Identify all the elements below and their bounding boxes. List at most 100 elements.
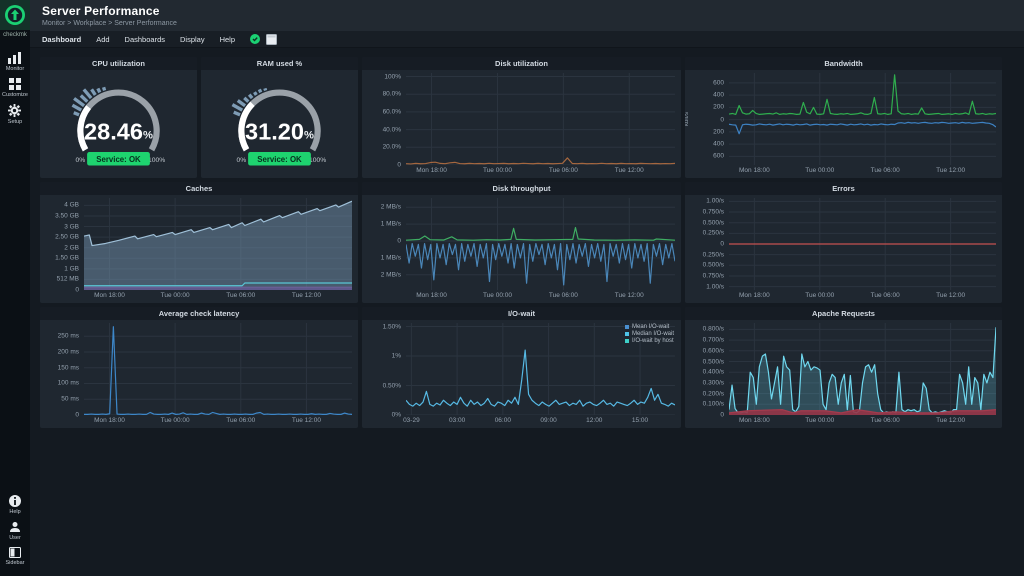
gauge-histogram-bar [259,89,260,92]
gauge-max-label: 100% [148,157,165,164]
y-tick-label: 0.500/s [703,262,724,269]
page-title: Server Performance [42,4,1024,18]
y-tick-label: 0 [720,412,724,419]
y-tick-label: 0 [720,241,724,248]
gauge-min-label: 0% [237,157,247,164]
chart: 1.00/s0.750/s0.500/s0.250/s00.250/s0.500… [687,198,996,302]
panel-title[interactable]: I/O-wait [508,309,535,318]
gauge: 31.20%0%100%Service: OK [201,70,358,178]
sidebar-item-monitor[interactable]: Monitor [2,52,28,72]
gauge-histogram-bar [234,112,240,115]
sidebar-item-setup[interactable]: Setup [2,104,28,125]
series-line [406,158,675,164]
plot-area[interactable] [729,198,996,290]
customize-icon [9,78,21,90]
x-tick-label: Mon 18:00 [94,292,125,299]
plot-area[interactable] [406,73,675,165]
x-axis: Mon 18:00Tue 00:00Tue 06:00Tue 12:00 [729,415,996,427]
gauge-histogram-bar [81,96,88,102]
menu-item-help[interactable]: Help [220,35,235,44]
gauge-max-label: 100% [309,157,326,164]
y-tick-label: 0 [397,162,401,169]
checkmk-logo[interactable] [0,0,30,30]
sidebar-item-label: Help [9,509,20,515]
menu-item-display[interactable]: Display [180,35,205,44]
panel-title[interactable]: Disk utilization [495,59,548,68]
panel-title[interactable]: CPU utilization [92,59,145,68]
plot-area[interactable] [406,198,675,290]
panel-header: Disk utilization [362,57,681,70]
x-tick-label: Mon 18:00 [416,292,447,299]
dashboard-row: Average check latency250 ms200 ms150 ms1… [40,307,1002,428]
plot-area[interactable] [84,323,352,415]
legend-item: Mean I/O-wait [625,324,674,330]
y-tick-label: 0.500/s [703,358,724,365]
panel-title[interactable]: Bandwidth [824,59,862,68]
site-status-icon[interactable] [250,34,260,44]
x-tick-label: Tue 00:00 [161,417,190,424]
gauge-histogram-bar [244,98,248,102]
panel-body: 1.50%1%0.50%0%Mean I/O-waitMedian I/O-wa… [362,320,681,428]
x-tick-label: 12:00 [586,417,602,424]
x-tick-label: Tue 12:00 [292,417,321,424]
y-tick-label: 50 ms [61,396,79,403]
y-tick-label: 600 [713,153,724,160]
gauge-min-label: 0% [76,157,86,164]
setup-gear-icon [8,104,21,117]
panel-disk-throughput: Disk throughput2 MB/s1 MB/s01 MB/s2 MB/s… [362,182,681,303]
chart: 4 GB3.50 GB3 GB2.50 GB2 GB1.50 GB1 GB512… [42,198,352,302]
x-tick-label: Tue 12:00 [292,292,321,299]
y-tick-label: 0.800/s [703,326,724,333]
chart: 100%80.0%60.0%40.0%20.0%0Mon 18:00Tue 00… [364,73,675,177]
plot-area[interactable]: Mean I/O-waitMedian I/O-waitI/O-wait by … [406,323,675,415]
menu-item-dashboards[interactable]: Dashboards [125,35,165,44]
panel-title[interactable]: RAM used % [257,59,302,68]
panel-title[interactable]: Disk throughput [493,184,551,193]
left-nav-rail: checkmk MonitorCustomizeSetup HelpUserSi… [0,0,30,576]
sidebar-item-help[interactable]: Help [6,495,25,515]
x-tick-label: Tue 00:00 [483,292,512,299]
x-tick-label: Mon 18:00 [94,417,125,424]
sidebar-item-label: Monitor [6,66,24,72]
sidebar-item-label: Setup [8,119,22,125]
panel-header: Apache Requests [685,307,1002,320]
gauge-histogram-bar [72,105,81,110]
legend-item: I/O-wait by host [625,338,674,344]
sidebar-item-customize[interactable]: Customize [2,78,28,98]
x-tick-label: Mon 18:00 [739,417,770,424]
sidebar-item-user[interactable]: User [6,521,25,541]
y-tick-label: 2 MB/s [381,271,401,278]
gauge-histogram-bar [92,89,96,95]
main-column: Server Performance Monitor > Workplace >… [30,0,1024,576]
y-axis: 1.00/s0.750/s0.500/s0.250/s00.250/s0.500… [687,198,729,290]
menu-item-dashboard[interactable]: Dashboard [42,35,81,44]
x-tick-label: Tue 06:00 [871,167,900,174]
series-line [406,350,675,406]
series-area [84,201,352,290]
plot-area[interactable] [729,73,996,165]
y-tick-label: 0% [392,412,401,419]
plot-area[interactable] [84,198,352,290]
series-line [84,327,352,415]
menu-item-add[interactable]: Add [96,35,109,44]
y-tick-label: 0.750/s [703,209,724,216]
sidebar-toggle-icon [9,547,21,558]
chart-canvas [84,198,352,290]
x-tick-label: Tue 06:00 [226,292,255,299]
y-tick-label: 150 ms [58,364,79,371]
plot-area[interactable] [729,323,996,415]
sidebar-item-sidebar[interactable]: Sidebar [6,547,25,566]
breadcrumb: Monitor > Workplace > Server Performance [42,20,1024,27]
panel-title[interactable]: Average check latency [159,309,240,318]
chart: 2 MB/s1 MB/s01 MB/s2 MB/sMon 18:00Tue 00… [364,198,675,302]
series-line [406,228,675,241]
window-layout-icon[interactable] [266,34,277,45]
panel-title[interactable]: Caches [186,184,213,193]
panel-title[interactable]: Errors [832,184,855,193]
chart: 6004002000200400600kbit/sMon 18:00Tue 00… [687,73,996,177]
x-tick-label: Tue 00:00 [805,292,834,299]
y-tick-label: 1.50 GB [55,255,79,262]
legend-swatch-icon [625,339,629,343]
panel-title[interactable]: Apache Requests [812,309,875,318]
y-tick-label: 100% [384,73,401,80]
